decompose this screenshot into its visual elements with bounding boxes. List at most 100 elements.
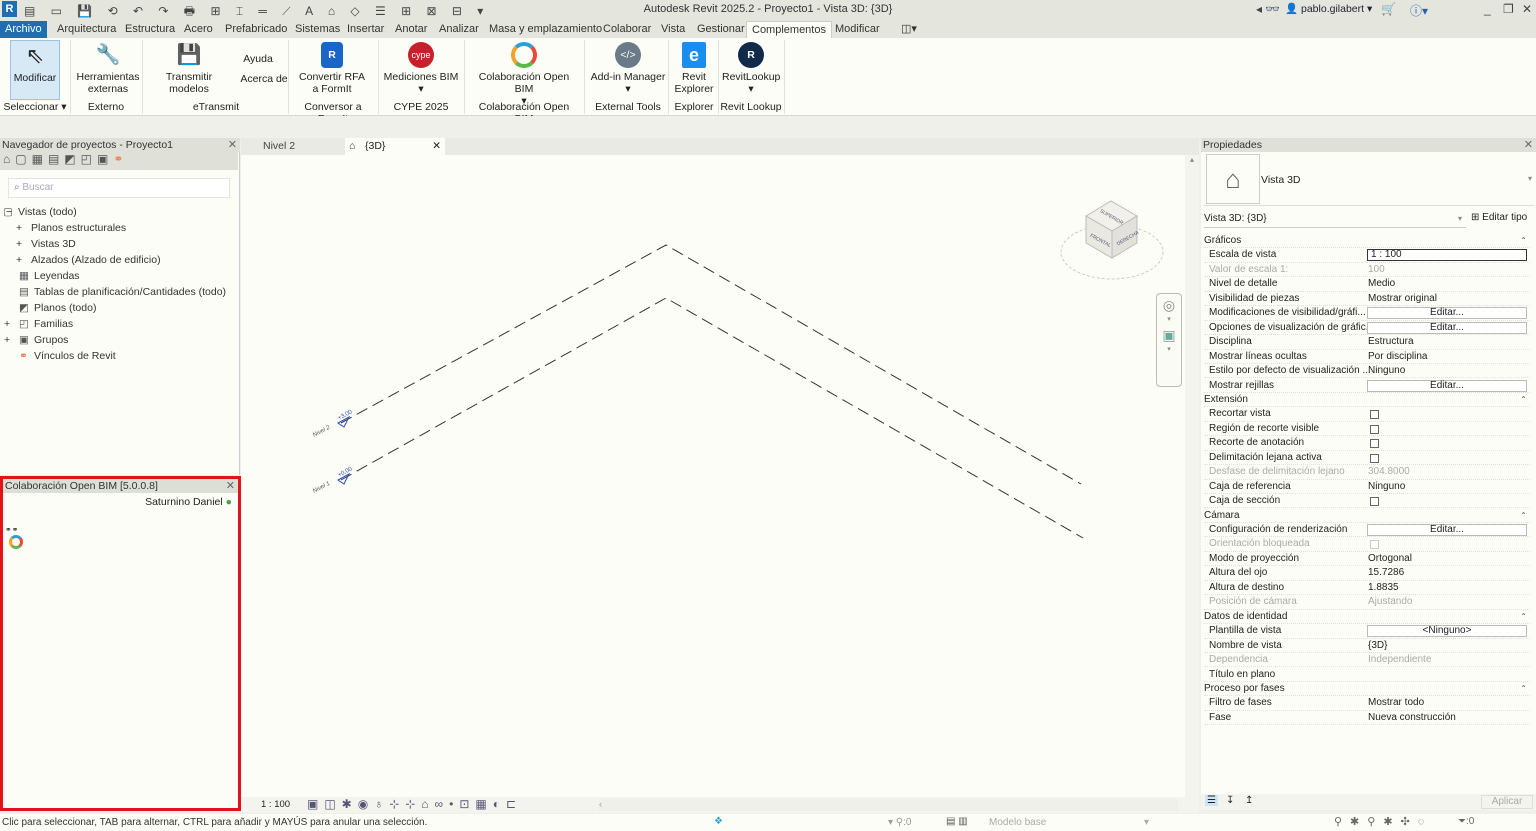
tab-sistemas[interactable]: Sistemas [290, 21, 345, 38]
home-icon[interactable]: ⌂ [3, 152, 15, 166]
tree-item[interactable]: + ▣ Grupos [0, 334, 238, 350]
chain-icon[interactable]: ⚭⚭ [5, 525, 18, 534]
vertical-scrollbar[interactable]: ▴ [1185, 155, 1199, 797]
property-section[interactable]: Cámara ⌃ [1204, 509, 1530, 523]
property-checkbox[interactable] [1370, 439, 1379, 449]
acerca-de-button[interactable]: Acerca de [240, 73, 288, 85]
group-icon[interactable]: ▣ [97, 152, 113, 166]
property-button[interactable]: Editar... [1367, 379, 1527, 392]
open-bim-user[interactable]: Saturnino Daniel ● [145, 496, 232, 508]
colaboracion-open-bim-button[interactable]: Colaboración Open BIM ▾ [470, 40, 578, 107]
filter-icon[interactable]: ⏷:0 [1458, 816, 1474, 827]
restore-button[interactable]: ❐ [1503, 2, 1514, 16]
property-section[interactable]: Extensión ⌃ [1204, 393, 1530, 408]
worksets-control[interactable]: ▾ ⚲:0 [888, 817, 911, 828]
tree-item[interactable]: + ◰ Familias [0, 318, 238, 334]
openbim-status-icon[interactable]: ❖ [714, 816, 723, 827]
tab-vista[interactable]: Vista [656, 21, 690, 38]
collapse-icon[interactable]: ⌃ [1520, 682, 1527, 696]
expand-toggle[interactable]: + [16, 222, 22, 234]
expand-toggle[interactable]: + [4, 334, 10, 346]
instance-selector[interactable]: Vista 3D: {3D} ▾ [1204, 212, 1466, 228]
horizontal-scrollbar[interactable]: ‹ [599, 799, 1179, 811]
viewcube[interactable]: SUPERIOR FRONTAL DERECHA [1060, 200, 1164, 280]
collapse-icon[interactable]: ⌃ [1520, 234, 1527, 248]
property-value[interactable]: Ninguno [1368, 364, 1405, 378]
tree-item[interactable]: + Vistas 3D [0, 238, 238, 254]
tab-prefabricado[interactable]: Prefabricado [220, 21, 292, 38]
search-input[interactable]: ⌕ Buscar [8, 178, 230, 198]
modificar-button[interactable]: ⇖ Modificar [10, 40, 60, 100]
collapse-icon[interactable]: ⌃ [1520, 509, 1527, 523]
expand-toggle[interactable]: + [4, 318, 10, 330]
tree-item[interactable]: + Alzados (Alzado de edificio) [0, 254, 238, 270]
property-checkbox[interactable] [1370, 424, 1379, 434]
schedule-icon[interactable]: ▤ [48, 152, 64, 166]
property-value[interactable]: 15.7286 [1368, 566, 1404, 580]
sheet-icon[interactable]: ◩ [64, 152, 80, 166]
family-icon[interactable]: ◰ [81, 152, 97, 166]
convertir-rfa-button[interactable]: R Convertir RFA a FormIt [298, 40, 366, 95]
property-section[interactable]: Proceso por fases ⌃ [1204, 682, 1530, 697]
close-icon[interactable]: ✕ [226, 479, 235, 493]
apply-button[interactable]: Aplicar [1481, 795, 1533, 809]
zoom-region-icon[interactable]: ▣ [1157, 324, 1181, 346]
property-button[interactable]: Editar... [1367, 321, 1527, 334]
tree-item[interactable]: ▤ Tablas de planificación/Cantidades (tod… [0, 286, 238, 302]
binoculars-icon[interactable]: ◂ 👓 [1256, 2, 1280, 16]
ayuda-button[interactable]: Ayuda [240, 53, 276, 65]
property-value[interactable]: Medio [1368, 277, 1395, 291]
tab-analizar[interactable]: Analizar [434, 21, 484, 38]
property-button[interactable]: <Ninguno> [1367, 625, 1527, 638]
link-icon[interactable]: ⚭ [113, 152, 128, 166]
tab-acero[interactable]: Acero [179, 21, 218, 38]
revit-explorer-button[interactable]: e Revit Explorer [674, 40, 714, 95]
panel-toggle-icon[interactable]: ◫▾ [896, 21, 922, 38]
navigation-bar[interactable]: ◎ ▾ ▣ ▾ [1156, 293, 1182, 387]
views-icon[interactable]: ▢ [15, 152, 31, 166]
tab-estructura[interactable]: Estructura [120, 21, 180, 38]
sort-az-icon[interactable]: ↧ [1226, 795, 1234, 806]
selection-toggle-icons[interactable]: ⚲✱⚲✱✣◌ [1334, 815, 1432, 828]
close-icon[interactable]: ✕ [228, 138, 237, 152]
tab-colaborar[interactable]: Colaborar [598, 21, 656, 38]
expand-toggle[interactable]: + [16, 238, 22, 250]
tree-item[interactable]: + Planos estructurales [0, 222, 238, 238]
add-in-manager-button[interactable]: </> Add-in Manager ▾ [590, 40, 666, 95]
close-button[interactable]: ✕ [1522, 2, 1532, 16]
close-icon[interactable]: ✕ [1524, 138, 1533, 152]
tab-modificar[interactable]: Modificar [830, 21, 885, 38]
property-section[interactable]: Gráficos ⌃ [1204, 234, 1530, 249]
property-value[interactable]: Ortogonal [1368, 552, 1412, 566]
mediciones-bim-button[interactable]: cype Mediciones BIM ▾ [382, 40, 460, 95]
model-canvas[interactable]: Nivel 2 +3,00 Nivel 1 +0,00 SUPERIOR FRO… [241, 138, 1199, 798]
view-scale[interactable]: 1 : 100 [261, 799, 290, 810]
tree-item[interactable]: ▦ Leyendas [0, 270, 238, 286]
property-section[interactable]: Datos de identidad ⌃ [1204, 610, 1530, 625]
tab-complementos[interactable]: Complementos [746, 21, 832, 38]
tree-item[interactable]: − ▢ Vistas (todo) [0, 206, 238, 222]
sort-categorized-icon[interactable]: ☰ [1205, 795, 1218, 806]
steering-wheel-icon[interactable]: ◎ [1157, 294, 1181, 316]
legend-icon[interactable]: ▦ [32, 152, 48, 166]
transmitir-modelos-button[interactable]: 💾 Transmitir modelos [146, 40, 232, 95]
property-value[interactable]: Ninguno [1368, 480, 1405, 494]
tab-arquitectura[interactable]: Arquitectura [52, 21, 121, 38]
property-checkbox[interactable] [1370, 497, 1379, 507]
property-value[interactable]: 1.8835 [1368, 581, 1399, 595]
sort-za-icon[interactable]: ↥ [1245, 795, 1253, 806]
collapse-icon[interactable]: ⌃ [1520, 610, 1527, 624]
edit-type-button[interactable]: ⊞ Editar tipo [1471, 212, 1527, 223]
tab-archivo[interactable]: Archivo [0, 21, 47, 38]
type-selector[interactable]: ⌂ Vista 3D ▾ [1204, 154, 1534, 206]
property-value[interactable]: {3D} [1368, 639, 1387, 653]
property-value[interactable]: Mostrar todo [1368, 696, 1424, 710]
cart-icon[interactable]: 🛒 [1381, 2, 1396, 16]
openbim-icon[interactable] [9, 535, 23, 549]
property-value[interactable]: Mostrar original [1368, 292, 1437, 306]
tab-insertar[interactable]: Insertar [342, 21, 389, 38]
property-checkbox[interactable] [1370, 410, 1379, 420]
tab-anotar[interactable]: Anotar [390, 21, 432, 38]
property-value[interactable]: Nueva construcción [1368, 711, 1456, 725]
tree-item[interactable]: ⚭ Vínculos de Revit [0, 350, 238, 366]
